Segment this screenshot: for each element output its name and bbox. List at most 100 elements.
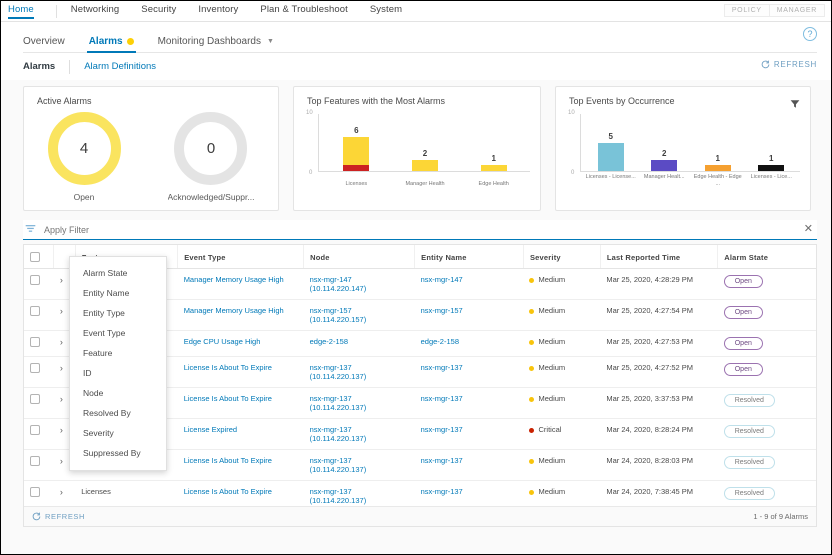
tab-overview[interactable]: Overview xyxy=(23,36,65,53)
chevron-right-icon[interactable]: › xyxy=(60,363,63,373)
cell-severity: Medium xyxy=(523,449,601,481)
bar-column[interactable]: 1 xyxy=(459,114,528,171)
entity-name-link[interactable]: nsx-mgr-147 xyxy=(421,275,463,284)
event-type-link[interactable]: License Is About To Expire xyxy=(184,456,272,465)
bar-column[interactable]: 1 xyxy=(745,114,799,171)
entity-name-link[interactable]: nsx-mgr-157 xyxy=(421,306,463,315)
row-checkbox[interactable] xyxy=(30,456,40,466)
event-type-link[interactable]: Manager Memory Usage High xyxy=(184,275,284,284)
header-event-type[interactable]: Event Type xyxy=(177,245,305,269)
donut-open-label: Open xyxy=(73,192,95,202)
node-link[interactable]: edge-2-158 xyxy=(310,337,348,346)
row-checkbox[interactable] xyxy=(30,337,40,347)
chevron-right-icon[interactable]: › xyxy=(60,425,63,435)
event-type-link[interactable]: Edge CPU Usage High xyxy=(184,337,261,346)
bar-column[interactable]: 5 xyxy=(584,114,638,171)
donut-open-value: 4 xyxy=(79,140,89,157)
bar-column[interactable]: 2 xyxy=(391,114,460,171)
donut-open[interactable]: 4 Open xyxy=(47,112,121,202)
page-tabs: Overview Alarms Monitoring Dashboards ▼ … xyxy=(1,22,831,53)
entity-name-link[interactable]: nsx-mgr-137 xyxy=(421,363,463,372)
help-icon[interactable]: ? xyxy=(803,27,817,41)
subtab-alarms[interactable]: Alarms xyxy=(23,61,55,72)
event-type-link[interactable]: License Is About To Expire xyxy=(184,394,272,403)
entity-name-link[interactable]: nsx-mgr-137 xyxy=(421,487,463,496)
nav-item-security[interactable]: Security xyxy=(141,4,176,18)
nav-item-system[interactable]: System xyxy=(370,4,402,18)
header-alarm-state[interactable]: Alarm State xyxy=(717,245,816,269)
row-checkbox[interactable] xyxy=(30,306,40,316)
subtab-alarm-definitions[interactable]: Alarm Definitions xyxy=(84,61,156,72)
filter-option-severity[interactable]: Severity xyxy=(70,423,166,443)
node-link[interactable]: nsx-mgr-137 (10.114.220.137) xyxy=(310,487,367,505)
close-icon[interactable]: ✕ xyxy=(800,224,817,235)
refresh-button[interactable]: REFRESH xyxy=(761,60,817,69)
nav-item-home[interactable]: Home xyxy=(8,4,34,19)
chevron-right-icon[interactable]: › xyxy=(60,487,63,497)
row-checkbox[interactable] xyxy=(30,275,40,285)
search-input[interactable] xyxy=(44,224,800,235)
select-all-checkbox[interactable] xyxy=(30,252,40,262)
node-link[interactable]: nsx-mgr-137 (10.114.220.137) xyxy=(310,456,367,474)
bar-column[interactable]: 2 xyxy=(638,114,692,171)
filter-option-event-type[interactable]: Event Type xyxy=(70,323,166,343)
donut-acknowledged[interactable]: 0 Acknowledged/Suppr... xyxy=(168,112,254,202)
tab-alarms[interactable]: Alarms xyxy=(86,36,136,53)
node-link[interactable]: nsx-mgr-137 (10.114.220.137) xyxy=(310,394,367,412)
severity-label: Medium xyxy=(538,394,566,403)
filter-option-id[interactable]: ID xyxy=(70,363,166,383)
node-link[interactable]: nsx-mgr-137 (10.114.220.137) xyxy=(310,425,367,443)
entity-name-link[interactable]: nsx-mgr-137 xyxy=(421,456,463,465)
filter-option-alarm-state[interactable]: Alarm State xyxy=(70,263,166,283)
funnel-icon[interactable] xyxy=(25,221,36,239)
nav-item-inventory[interactable]: Inventory xyxy=(198,4,238,18)
cell-severity: Medium xyxy=(523,356,601,388)
table-refresh-button[interactable]: REFRESH xyxy=(32,512,85,521)
cell-severity: Medium xyxy=(523,387,601,419)
chevron-right-icon[interactable]: › xyxy=(60,275,63,285)
policy-toggle-button[interactable]: POLICY xyxy=(723,4,770,17)
row-checkbox[interactable] xyxy=(30,425,40,435)
filter-option-entity-name[interactable]: Entity Name xyxy=(70,283,166,303)
cell-last-reported-time: Mar 25, 2020, 4:27:52 PM xyxy=(600,356,718,388)
row-checkbox[interactable] xyxy=(30,363,40,373)
active-alarms-card: Active Alarms 4 Open 0 Acknowledged/Supp… xyxy=(23,86,279,211)
bar-column[interactable]: 6 xyxy=(322,114,391,171)
chevron-right-icon[interactable]: › xyxy=(60,306,63,316)
tab-monitoring-dashboards[interactable]: Monitoring Dashboards ▼ xyxy=(158,36,274,53)
node-link[interactable]: nsx-mgr-137 (10.114.220.137) xyxy=(310,363,367,381)
entity-name-link[interactable]: nsx-mgr-137 xyxy=(421,394,463,403)
x-axis-label: Edge Health - Edge ... xyxy=(693,174,742,187)
bar-column[interactable]: 1 xyxy=(691,114,745,171)
event-type-link[interactable]: Manager Memory Usage High xyxy=(184,306,284,315)
chevron-right-icon[interactable]: › xyxy=(60,456,63,466)
node-link[interactable]: nsx-mgr-157 (10.114.220.157) xyxy=(310,306,367,324)
event-type-link[interactable]: License Is About To Expire xyxy=(184,487,272,496)
header-last-reported-time[interactable]: Last Reported Time xyxy=(600,245,719,269)
filter-option-node[interactable]: Node xyxy=(70,383,166,403)
event-type-link[interactable]: License Is About To Expire xyxy=(184,363,272,372)
node-link[interactable]: nsx-mgr-147 (10.114.220.147) xyxy=(310,275,367,293)
row-checkbox[interactable] xyxy=(30,487,40,497)
header-node[interactable]: Node xyxy=(303,245,416,269)
filter-option-suppressed-by[interactable]: Suppressed By xyxy=(70,443,166,463)
header-entity-name[interactable]: Entity Name xyxy=(414,245,524,269)
cell-entity-name: nsx-mgr-157 xyxy=(414,299,524,331)
bar-segment xyxy=(704,165,731,171)
severity-dot-icon xyxy=(529,427,535,433)
filter-option-feature[interactable]: Feature xyxy=(70,343,166,363)
entity-name-link[interactable]: edge-2-158 xyxy=(421,337,459,346)
chevron-right-icon[interactable]: › xyxy=(60,394,63,404)
chevron-right-icon[interactable]: › xyxy=(60,337,63,347)
filter-option-entity-type[interactable]: Entity Type xyxy=(70,303,166,323)
header-severity[interactable]: Severity xyxy=(523,245,601,269)
filter-option-resolved-by[interactable]: Resolved By xyxy=(70,403,166,423)
manager-toggle-button[interactable]: MANAGER xyxy=(769,4,825,17)
entity-name-link[interactable]: nsx-mgr-137 xyxy=(421,425,463,434)
top-features-chart-card: Top Features with the Most Alarms 10 0 6… xyxy=(293,86,541,211)
nav-item-networking[interactable]: Networking xyxy=(71,4,120,18)
nav-item-plan-troubleshoot[interactable]: Plan & Troubleshoot xyxy=(260,4,347,18)
row-checkbox[interactable] xyxy=(30,394,40,404)
x-axis-label: Licenses - License... xyxy=(585,174,636,180)
event-type-link[interactable]: License Expired xyxy=(184,425,237,434)
